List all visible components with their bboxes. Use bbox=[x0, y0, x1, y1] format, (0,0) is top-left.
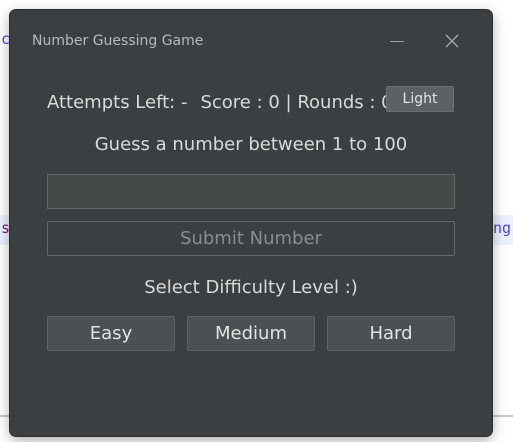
minimize-button[interactable] bbox=[383, 28, 411, 56]
close-button[interactable] bbox=[438, 27, 466, 55]
background-code-fragment: ng bbox=[493, 219, 512, 237]
guess-input[interactable] bbox=[47, 174, 455, 209]
score-rounds-label: Score : 0 | Rounds : 0 bbox=[200, 91, 393, 113]
status-row: Attempts Left: - Score : 0 | Rounds : 0 bbox=[47, 88, 393, 116]
minimize-icon bbox=[390, 41, 404, 42]
close-icon bbox=[445, 34, 459, 48]
difficulty-label: Select Difficulty Level :) bbox=[144, 277, 358, 298]
submit-number-button[interactable]: Submit Number bbox=[47, 221, 455, 256]
guess-prompt: Guess a number between 1 to 100 bbox=[94, 134, 408, 155]
easy-button[interactable]: Easy bbox=[47, 316, 175, 351]
game-window: Number Guessing Game Attempts Left: - Sc… bbox=[10, 10, 492, 436]
title-bar[interactable]: Number Guessing Game bbox=[10, 10, 492, 72]
hard-button[interactable]: Hard bbox=[327, 316, 455, 351]
theme-toggle-button[interactable]: Light bbox=[386, 86, 454, 112]
attempts-left-label: Attempts Left: - bbox=[47, 91, 188, 113]
background-code-fragment: s bbox=[1, 219, 11, 237]
medium-button[interactable]: Medium bbox=[187, 316, 315, 351]
background-code-fragment: c bbox=[1, 30, 11, 48]
window-title: Number Guessing Game bbox=[32, 33, 204, 49]
